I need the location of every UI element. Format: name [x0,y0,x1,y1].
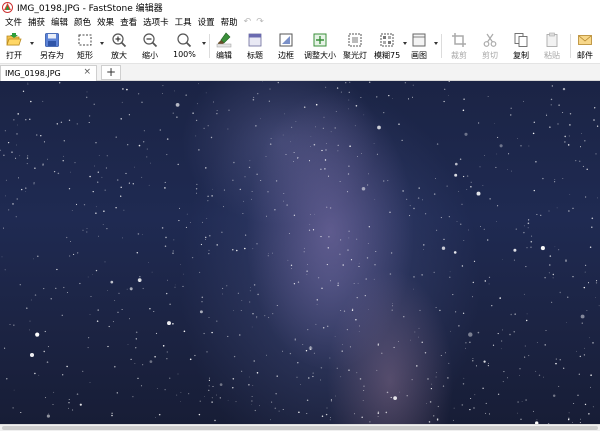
spotlight-icon [347,32,363,48]
window-title: IMG_0198.JPG - FastStone 编辑器 [17,4,163,14]
cut-label: 剪切 [482,51,498,60]
caption-button[interactable]: 标题 [247,30,263,62]
redo-icon[interactable]: ↷ [256,17,264,27]
crop-label: 裁剪 [451,51,467,60]
border-icon [278,32,294,48]
document-tab-bar: IMG_0198.JPG × + [0,64,600,81]
undo-icon[interactable]: ↶ [244,17,252,27]
caption-icon [247,32,263,48]
border-label: 边框 [278,51,294,60]
paste-clipboard-icon [544,32,560,48]
scissors-icon [482,32,498,48]
menu-settings[interactable]: 设置 [198,16,215,28]
canvas-label: 画图 [411,51,427,60]
open-folder-icon [6,32,22,48]
cut-button[interactable]: 剪切 [482,30,498,62]
menu-bar: 文件 捕获 编辑 颜色 效果 查看 选项卡 工具 设置 帮助 ↶ ↷ [0,15,600,28]
canvas-dropdown-icon[interactable] [434,42,438,45]
menu-tools[interactable]: 工具 [175,16,192,28]
resize-label: 调整大小 [304,51,336,60]
crop-button[interactable]: 裁剪 [451,30,467,62]
copy-button[interactable]: 复制 [513,30,529,62]
zoom-out-icon [142,32,158,48]
scrollbar-thumb[interactable] [2,426,598,430]
paste-button[interactable]: 粘贴 [544,30,560,62]
email-button[interactable]: 邮件 [577,30,593,62]
zoom-in-label: 放大 [111,51,127,60]
blur-dropdown-icon[interactable] [403,42,407,45]
title-bar: IMG_0198.JPG - FastStone 编辑器 [0,0,600,15]
toolbar: 打开 另存为 矩形 放大 缩小 100% 编辑 标题 边框 调整大小 聚光灯 模… [0,28,600,64]
menu-help[interactable]: 帮助 [221,16,238,28]
email-label: 邮件 [577,51,593,60]
image-canvas[interactable] [0,81,600,424]
open-button[interactable]: 打开 [6,30,22,62]
menu-capture[interactable]: 捕获 [28,16,45,28]
rect-label: 矩形 [77,51,93,60]
menu-tabs[interactable]: 选项卡 [143,16,169,28]
starfield-photo [0,81,600,424]
save-as-label: 另存为 [40,51,64,60]
toolbar-separator [209,34,210,58]
document-tab-label: IMG_0198.JPG [5,69,61,78]
border-button[interactable]: 边框 [278,30,294,62]
edit-label: 编辑 [216,51,232,60]
toolbar-separator [570,34,571,58]
resize-icon [312,32,328,48]
menu-view[interactable]: 查看 [120,16,137,28]
spotlight-label: 聚光灯 [343,51,367,60]
open-dropdown-icon[interactable] [30,42,34,45]
canvas-button[interactable]: 画图 [411,30,427,62]
zoom-level-label: 100% [173,50,196,59]
crop-icon [451,32,467,48]
document-tab[interactable]: IMG_0198.JPG × [0,65,97,81]
blur-icon [379,32,395,48]
toolbar-separator [441,34,442,58]
paste-label: 粘贴 [544,51,560,60]
open-label: 打开 [6,51,22,60]
envelope-icon [577,32,593,48]
menu-color[interactable]: 颜色 [74,16,91,28]
horizontal-scrollbar[interactable] [0,424,600,431]
caption-label: 标题 [247,51,263,60]
zoom-dropdown-icon[interactable] [202,42,206,45]
menu-edit[interactable]: 编辑 [51,16,68,28]
copy-icon [513,32,529,48]
zoom-out-button[interactable]: 缩小 [142,30,158,62]
blur-label: 模糊75 [374,51,401,60]
close-tab-icon[interactable]: × [83,67,91,77]
rect-select-button[interactable]: 矩形 [77,30,93,62]
edit-button[interactable]: 编辑 [216,30,232,62]
rectangle-select-icon [77,32,93,48]
blur-button[interactable]: 模糊75 [374,30,400,62]
zoom-in-icon [111,32,127,48]
menu-effects[interactable]: 效果 [97,16,114,28]
zoom-100-button[interactable]: 100% [173,30,196,62]
menu-file[interactable]: 文件 [5,16,22,28]
paint-brush-icon [216,32,232,48]
canvas-icon [411,32,427,48]
save-as-button[interactable]: 另存为 [40,30,64,62]
zoom-in-button[interactable]: 放大 [111,30,127,62]
rect-dropdown-icon[interactable] [100,42,104,45]
resize-button[interactable]: 调整大小 [304,30,336,62]
zoom-actual-icon [176,32,192,48]
copy-label: 复制 [513,51,529,60]
new-tab-button[interactable]: + [101,65,121,80]
zoom-out-label: 缩小 [142,51,158,60]
spotlight-button[interactable]: 聚光灯 [343,30,367,62]
faststone-app-icon [2,2,13,13]
save-disk-icon [44,32,60,48]
